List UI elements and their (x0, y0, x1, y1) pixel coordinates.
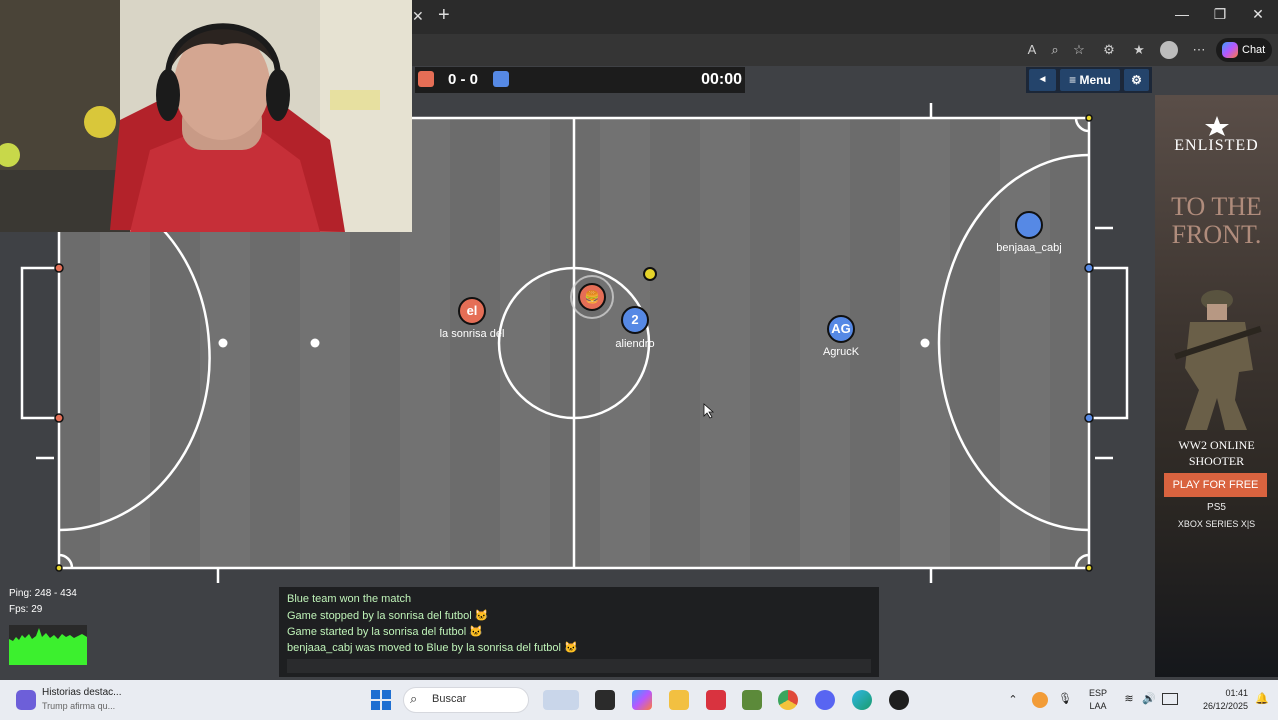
player-name: la sonrisa del (439, 328, 505, 340)
obs-icon[interactable] (889, 690, 909, 710)
favorites-icon[interactable]: ★ (1130, 41, 1148, 59)
match-timer: 00:00 (701, 71, 742, 88)
right-goal (1089, 266, 1129, 420)
search-icon: ⌕ (410, 691, 418, 706)
widgets-icon[interactable] (16, 690, 36, 710)
extensions-icon[interactable]: ⚙ (1100, 41, 1118, 59)
player-avatar: 2 (621, 306, 649, 334)
discord-icon[interactable] (815, 690, 835, 710)
translate-icon[interactable]: A (1023, 41, 1041, 59)
file-explorer-icon[interactable] (669, 690, 689, 710)
task-view-icon[interactable] (595, 690, 615, 710)
player-name: aliendro (615, 338, 655, 350)
wifi-icon[interactable]: ≋ (1122, 692, 1136, 706)
ps5-label: PS5 (1207, 502, 1226, 513)
notification-bell-icon[interactable]: 🔔 (1255, 692, 1269, 706)
star-emblem-icon (1204, 116, 1229, 136)
goal-post (1084, 263, 1094, 273)
screen: el la sonrisa del 🍔 2 aliendro AG AgrucK… (0, 0, 1278, 720)
maximize-icon[interactable]: ❐ (1208, 6, 1232, 26)
chat-message: Game started by la sonrisa del futbol 🐱 (287, 626, 483, 638)
copilot-chat-button[interactable]: Chat (1216, 38, 1272, 62)
menu-label: Menu (1079, 73, 1111, 87)
fps-readout: Fps: 29 (9, 604, 43, 615)
minecraft-icon[interactable] (742, 690, 762, 710)
net-stats: Ping: 248 - 434 Fps: 29 (6, 585, 88, 669)
windows-start-icon[interactable] (371, 690, 391, 710)
player-avatar: AG (827, 315, 855, 343)
more-options-icon[interactable]: ⋯ (1190, 41, 1208, 59)
fps-graph (9, 625, 87, 665)
volume-icon[interactable]: 🔊 (1142, 692, 1156, 706)
player-avatar: el (458, 297, 486, 325)
news-subtitle: Trump afirma qu... (42, 701, 116, 711)
advertisement[interactable]: ENLISTED TO THE FRONT. WW2 ONLINE SHOOTE… (1155, 95, 1278, 677)
menu-button[interactable]: ≡ Menu (1060, 69, 1120, 91)
settings-button[interactable]: ⚙ (1124, 69, 1149, 91)
chat-log: Blue team won the match Game stopped by … (279, 587, 879, 677)
soldier-image (1174, 290, 1262, 430)
blue-team-icon (493, 71, 509, 87)
ball (643, 267, 657, 281)
player-name: AgrucK (822, 346, 860, 358)
ad-headline: TO THE FRONT. (1171, 192, 1262, 249)
battery-icon[interactable] (1162, 693, 1178, 705)
left-goal (20, 266, 59, 420)
chat-label: Chat (1242, 44, 1266, 56)
clock-date[interactable]: 26/12/2025 (1188, 701, 1248, 712)
close-window-icon[interactable]: ✕ (1246, 6, 1270, 26)
copilot-app-icon[interactable] (632, 690, 652, 710)
goal-post (54, 413, 64, 423)
back-button[interactable]: ◄ (1029, 69, 1056, 91)
office-app-icon[interactable] (706, 690, 726, 710)
penalty-spot (218, 338, 228, 348)
chrome-icon[interactable] (778, 690, 798, 710)
ad-logo: ENLISTED (1163, 115, 1270, 175)
menu-icon: ≡ (1069, 73, 1080, 87)
gear-icon: ⚙ (1131, 73, 1142, 87)
tray-chevron-icon[interactable]: ⌃ (1006, 693, 1020, 706)
player-name: benjaaa_cabj (996, 242, 1062, 254)
player-avatar: 🍔 (578, 283, 606, 311)
language-bottom: LAA (1089, 701, 1107, 711)
news-title[interactable]: Historias destac... (42, 687, 132, 700)
new-tab-button[interactable]: + (438, 4, 460, 28)
score: 0 - 0 (447, 71, 478, 88)
penalty-spot (310, 338, 320, 348)
tray-app-icon[interactable] (1032, 692, 1048, 708)
minimize-icon[interactable]: — (1170, 6, 1194, 26)
chat-message: benjaaa_cabj was moved to Blue by la son… (287, 642, 578, 654)
xbox-label: XBOX SERIES X|S (1177, 519, 1256, 529)
ad-brand: ENLISTED (1174, 137, 1259, 154)
chat-message: Blue team won the match (287, 593, 412, 605)
penalty-spot (920, 338, 930, 348)
search-highlight-icon[interactable] (543, 690, 579, 710)
goal-post (1084, 413, 1094, 423)
chat-input[interactable] (287, 659, 871, 673)
edge-icon[interactable] (852, 690, 872, 710)
search-placeholder: Buscar (432, 693, 467, 705)
play-for-free-button[interactable]: PLAY FOR FREE (1164, 473, 1267, 497)
ad-subline: WW2 ONLINE SHOOTER (1178, 438, 1255, 468)
ping-readout: Ping: 248 - 434 (9, 588, 77, 599)
red-team-icon (418, 71, 434, 87)
profile-avatar-icon[interactable] (1160, 41, 1178, 59)
goal-post (54, 263, 64, 273)
webcam-overlay (0, 0, 412, 232)
clock-time[interactable]: 01:41 (1188, 688, 1248, 699)
favorite-star-icon[interactable]: ☆ (1070, 41, 1088, 59)
player-avatar (1015, 211, 1043, 239)
zoom-icon[interactable]: ⌕ (1046, 41, 1064, 59)
language-top[interactable]: ESP (1086, 688, 1110, 699)
chat-message: Game stopped by la sonrisa del futbol 🐱 (287, 610, 489, 622)
copilot-icon (1222, 42, 1238, 58)
close-tab-icon[interactable]: ✕ (412, 8, 426, 24)
microphone-icon[interactable]: 🎙 (1058, 692, 1072, 706)
